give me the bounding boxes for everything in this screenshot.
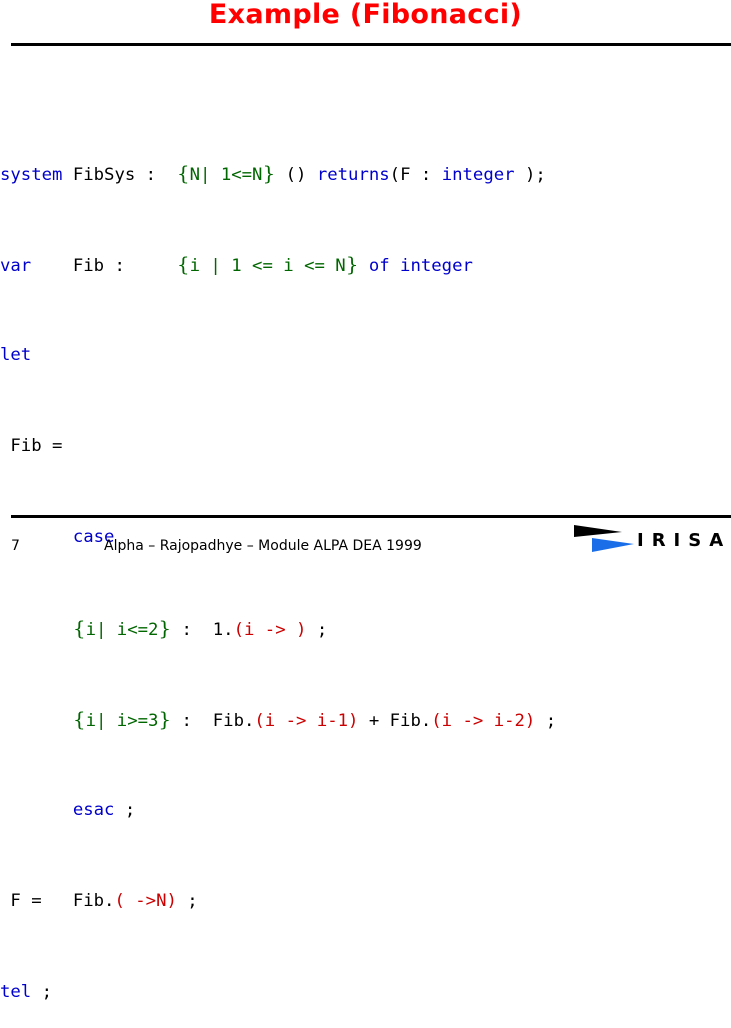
dependency-text: (i -> i-1) bbox=[254, 711, 359, 731]
domain-text: i| i<=2 bbox=[85, 620, 159, 640]
top-divider bbox=[11, 43, 731, 46]
brace-close: } bbox=[345, 252, 359, 276]
keyword: esac bbox=[72, 800, 115, 820]
brace-close: } bbox=[158, 707, 172, 731]
domain-text: i | 1 <= i <= N bbox=[189, 256, 346, 276]
keyword: let bbox=[0, 345, 32, 365]
code-text: : Fib. bbox=[171, 711, 255, 731]
brace-open: { bbox=[176, 252, 190, 276]
logo-blue-pennant bbox=[592, 538, 634, 552]
code-line-var: var Fib : {i | 1 <= i <= N} of integer bbox=[0, 249, 556, 280]
code-line-case-branch-1: {i| i<=2} : 1.(i -> ) ; bbox=[0, 613, 556, 644]
code-text: ; bbox=[114, 800, 136, 820]
dependency-text: (i -> ) bbox=[233, 620, 307, 640]
code-text: FibSys : bbox=[62, 165, 177, 185]
footer-text: Alpha – Rajopadhye – Module ALPA DEA 199… bbox=[104, 538, 422, 554]
code-line-tel: tel ; bbox=[0, 977, 556, 1008]
domain-text: N| 1<=N bbox=[189, 165, 263, 185]
code-line-fib-eq: Fib = bbox=[0, 431, 556, 462]
code-text: ; bbox=[535, 711, 557, 731]
code-line-system: system FibSys : {N| 1<=N} () returns(F :… bbox=[0, 158, 556, 189]
brace-open: { bbox=[72, 616, 86, 640]
brace-open: { bbox=[176, 161, 190, 185]
code-text: Fib : bbox=[31, 256, 177, 276]
code-text: ; bbox=[306, 620, 328, 640]
code-text: + Fib. bbox=[358, 711, 432, 731]
code-text: (F : bbox=[389, 165, 442, 185]
dependency-text: (i -> i-2) bbox=[431, 711, 536, 731]
logo-black-pennant bbox=[574, 525, 622, 537]
code-text: ; bbox=[31, 982, 53, 1002]
page-number: 7 bbox=[11, 538, 20, 554]
domain-text: i| i>=3 bbox=[85, 711, 159, 731]
bottom-divider bbox=[11, 515, 731, 518]
code-text: () bbox=[275, 165, 317, 185]
keyword: system bbox=[0, 165, 63, 185]
brace-open: { bbox=[72, 707, 86, 731]
code-block: system FibSys : {N| 1<=N} () returns(F :… bbox=[0, 118, 556, 1028]
brace-close: } bbox=[158, 616, 172, 640]
code-text: Fib = bbox=[0, 436, 63, 456]
slide-title: Example (Fibonacci) bbox=[208, 0, 523, 30]
keyword: returns bbox=[316, 165, 390, 185]
dependency-text: ( ->N) bbox=[114, 891, 177, 911]
keyword: tel bbox=[0, 982, 32, 1002]
code-line-esac: esac ; bbox=[0, 795, 556, 826]
code-line-f-eq: F = Fib.( ->N) ; bbox=[0, 886, 556, 917]
code-line-case-branch-2: {i| i>=3} : Fib.(i -> i-1) + Fib.(i -> i… bbox=[0, 704, 556, 735]
code-text: F = Fib. bbox=[0, 891, 115, 911]
keyword: var bbox=[0, 256, 32, 276]
code-text: ; bbox=[176, 891, 198, 911]
logo-text: IRISA bbox=[637, 530, 731, 551]
code-text: ); bbox=[514, 165, 546, 185]
keyword: of integer bbox=[368, 256, 473, 276]
code-line-let: let bbox=[0, 340, 556, 371]
brace-close: } bbox=[262, 161, 276, 185]
keyword: integer bbox=[441, 165, 515, 185]
code-text: : 1. bbox=[171, 620, 234, 640]
